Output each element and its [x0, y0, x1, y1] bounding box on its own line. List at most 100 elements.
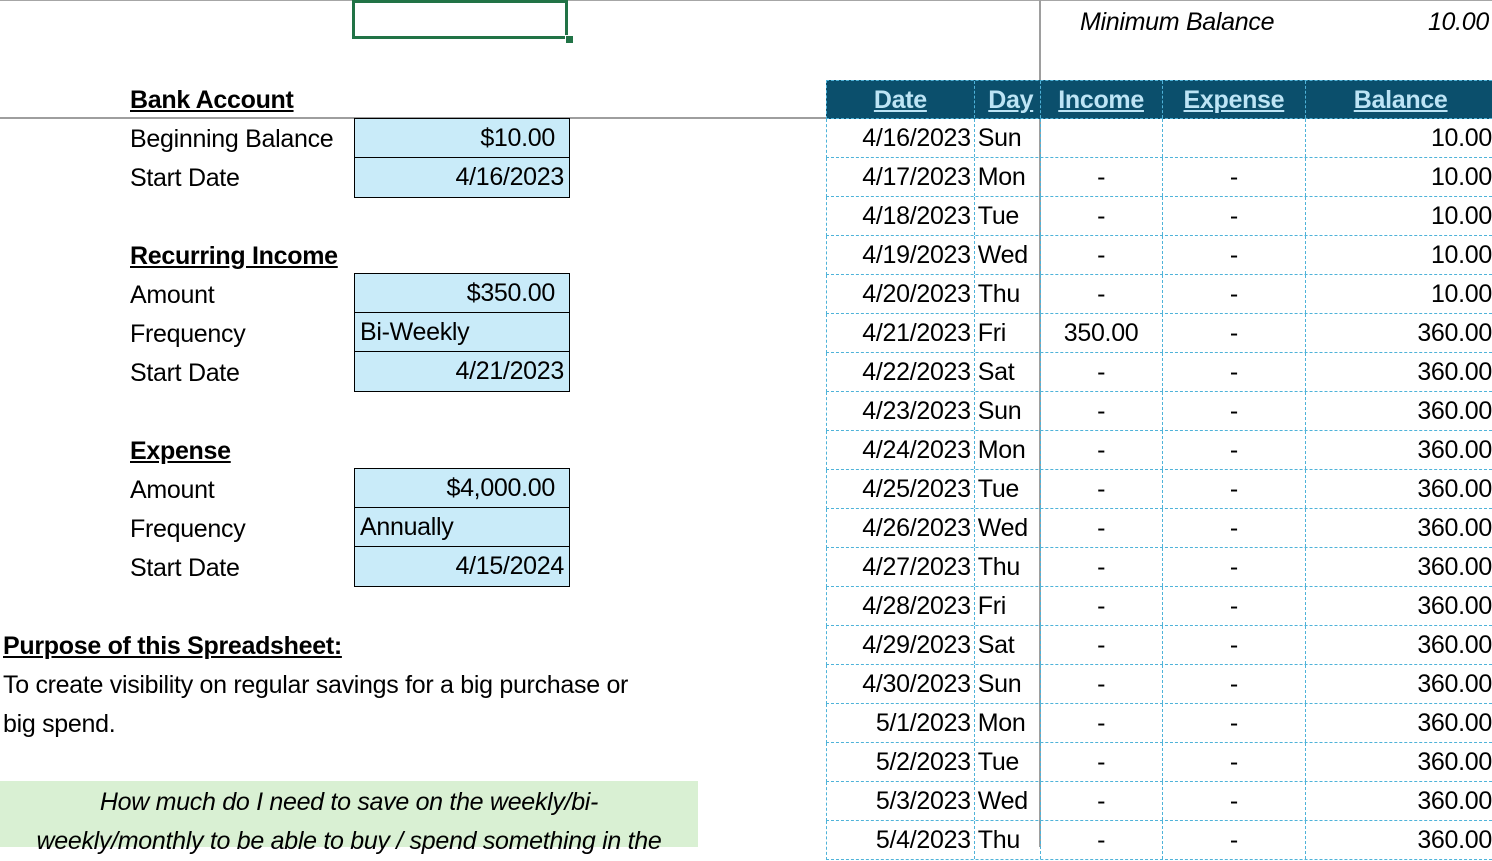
cell-income[interactable]	[1041, 119, 1163, 157]
cell-expense[interactable]: -	[1163, 548, 1307, 586]
cell-expense[interactable]: -	[1163, 197, 1307, 235]
cell-day[interactable]: Sun	[975, 665, 1041, 703]
cell-income[interactable]: -	[1041, 548, 1163, 586]
cell-day[interactable]: Mon	[975, 158, 1041, 196]
income-frequency-select[interactable]: Bi-Weekly	[355, 313, 569, 352]
cell-day[interactable]: Sun	[975, 392, 1041, 430]
header-day[interactable]: Day	[975, 81, 1041, 118]
cell-date[interactable]: 4/29/2023	[827, 626, 975, 664]
cell-date[interactable]: 4/21/2023	[827, 314, 975, 352]
cell-expense[interactable]: -	[1163, 392, 1307, 430]
bank-start-date-input[interactable]: 4/16/2023	[355, 158, 569, 197]
cell-balance[interactable]: 10.00	[1306, 236, 1492, 274]
cell-income[interactable]: 350.00	[1041, 314, 1163, 352]
cell-balance[interactable]: 360.00	[1306, 314, 1492, 352]
selected-cell[interactable]	[352, 0, 568, 39]
header-expense[interactable]: Expense	[1163, 81, 1307, 118]
cell-expense[interactable]: -	[1163, 314, 1307, 352]
cell-expense[interactable]: -	[1163, 704, 1307, 742]
cell-day[interactable]: Tue	[975, 470, 1041, 508]
cell-expense[interactable]: -	[1163, 158, 1307, 196]
cell-date[interactable]: 4/23/2023	[827, 392, 975, 430]
income-amount-input[interactable]: $350.00	[355, 274, 569, 313]
cell-balance[interactable]: 360.00	[1306, 665, 1492, 703]
cell-date[interactable]: 4/26/2023	[827, 509, 975, 547]
cell-expense[interactable]: -	[1163, 353, 1307, 391]
cell-balance[interactable]: 360.00	[1306, 392, 1492, 430]
cell-day[interactable]: Mon	[975, 431, 1041, 469]
cell-day[interactable]: Thu	[975, 821, 1041, 859]
cell-date[interactable]: 4/30/2023	[827, 665, 975, 703]
cell-income[interactable]: -	[1041, 236, 1163, 274]
cell-date[interactable]: 4/18/2023	[827, 197, 975, 235]
cell-date[interactable]: 4/17/2023	[827, 158, 975, 196]
cell-balance[interactable]: 360.00	[1306, 548, 1492, 586]
cell-income[interactable]: -	[1041, 509, 1163, 547]
cell-balance[interactable]: 360.00	[1306, 782, 1492, 820]
fill-handle[interactable]	[565, 35, 574, 44]
cell-date[interactable]: 5/3/2023	[827, 782, 975, 820]
cell-expense[interactable]: -	[1163, 275, 1307, 313]
cell-balance[interactable]: 360.00	[1306, 821, 1492, 859]
cell-income[interactable]: -	[1041, 821, 1163, 859]
cell-date[interactable]: 4/27/2023	[827, 548, 975, 586]
cell-income[interactable]: -	[1041, 665, 1163, 703]
cell-balance[interactable]: 10.00	[1306, 197, 1492, 235]
cell-balance[interactable]: 360.00	[1306, 431, 1492, 469]
cell-date[interactable]: 5/4/2023	[827, 821, 975, 859]
cell-balance[interactable]: 360.00	[1306, 704, 1492, 742]
cell-day[interactable]: Tue	[975, 743, 1041, 781]
cell-expense[interactable]: -	[1163, 821, 1307, 859]
cell-day[interactable]: Sun	[975, 119, 1041, 157]
cell-day[interactable]: Fri	[975, 587, 1041, 625]
cell-expense[interactable]: -	[1163, 626, 1307, 664]
cell-expense[interactable]: -	[1163, 470, 1307, 508]
expense-start-date-input[interactable]: 4/15/2024	[355, 547, 569, 586]
cell-expense[interactable]: -	[1163, 431, 1307, 469]
cell-date[interactable]: 4/20/2023	[827, 275, 975, 313]
cell-balance[interactable]: 360.00	[1306, 509, 1492, 547]
cell-balance[interactable]: 10.00	[1306, 275, 1492, 313]
income-start-date-input[interactable]: 4/21/2023	[355, 352, 569, 391]
cell-expense[interactable]: -	[1163, 509, 1307, 547]
cell-day[interactable]: Tue	[975, 197, 1041, 235]
cell-income[interactable]: -	[1041, 275, 1163, 313]
cell-day[interactable]: Sat	[975, 353, 1041, 391]
cell-balance[interactable]: 360.00	[1306, 587, 1492, 625]
cell-date[interactable]: 5/2/2023	[827, 743, 975, 781]
cell-balance[interactable]: 10.00	[1306, 119, 1492, 157]
cell-expense[interactable]: -	[1163, 782, 1307, 820]
cell-date[interactable]: 4/24/2023	[827, 431, 975, 469]
cell-day[interactable]: Fri	[975, 314, 1041, 352]
cell-balance[interactable]: 360.00	[1306, 743, 1492, 781]
beginning-balance-input[interactable]: $10.00	[355, 119, 569, 158]
cell-date[interactable]: 4/25/2023	[827, 470, 975, 508]
cell-balance[interactable]: 10.00	[1306, 158, 1492, 196]
cell-income[interactable]: -	[1041, 353, 1163, 391]
cell-income[interactable]: -	[1041, 392, 1163, 430]
min-balance-value[interactable]: 10.00	[1380, 3, 1489, 42]
cell-date[interactable]: 4/19/2023	[827, 236, 975, 274]
cell-date[interactable]: 5/1/2023	[827, 704, 975, 742]
cell-day[interactable]: Sat	[975, 626, 1041, 664]
cell-date[interactable]: 4/22/2023	[827, 353, 975, 391]
cell-income[interactable]: -	[1041, 587, 1163, 625]
cell-expense[interactable]: -	[1163, 665, 1307, 703]
header-income[interactable]: Income	[1041, 81, 1163, 118]
cell-income[interactable]: -	[1041, 626, 1163, 664]
cell-day[interactable]: Thu	[975, 548, 1041, 586]
cell-income[interactable]: -	[1041, 431, 1163, 469]
cell-income[interactable]: -	[1041, 197, 1163, 235]
cell-income[interactable]: -	[1041, 704, 1163, 742]
cell-balance[interactable]: 360.00	[1306, 470, 1492, 508]
cell-day[interactable]: Thu	[975, 275, 1041, 313]
cell-expense[interactable]: -	[1163, 236, 1307, 274]
cell-income[interactable]: -	[1041, 158, 1163, 196]
cell-income[interactable]: -	[1041, 743, 1163, 781]
cell-day[interactable]: Wed	[975, 236, 1041, 274]
cell-expense[interactable]	[1163, 119, 1307, 157]
cell-date[interactable]: 4/16/2023	[827, 119, 975, 157]
cell-day[interactable]: Wed	[975, 509, 1041, 547]
cell-balance[interactable]: 360.00	[1306, 626, 1492, 664]
cell-income[interactable]: -	[1041, 782, 1163, 820]
